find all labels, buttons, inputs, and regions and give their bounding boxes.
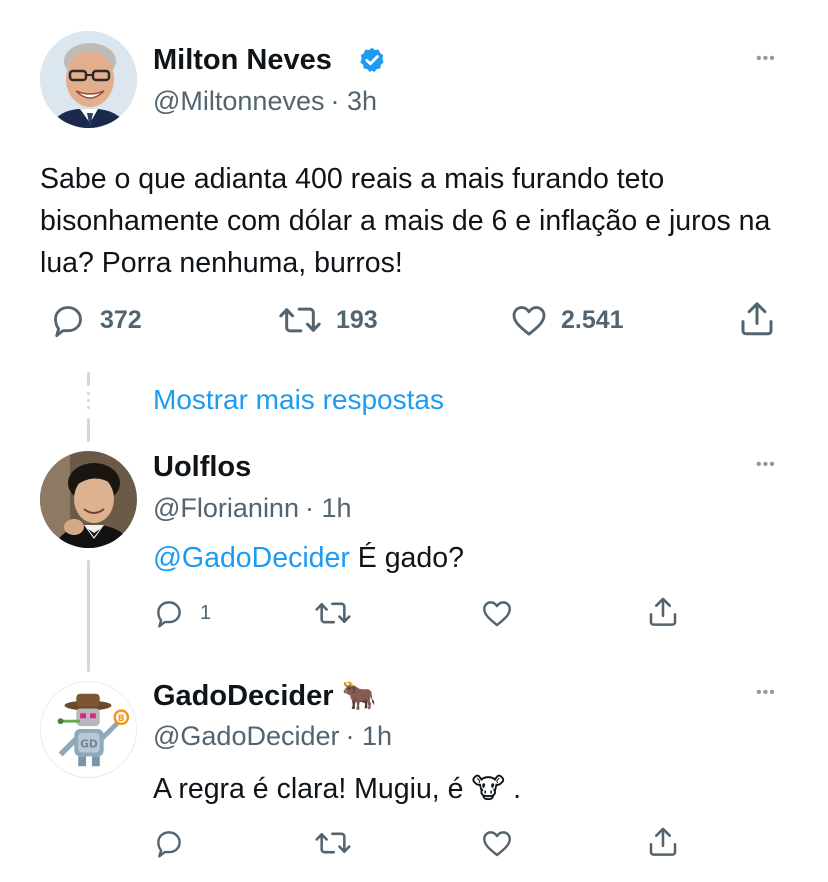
reply1-retweet-button[interactable] [313, 596, 353, 635]
retweet-count: 193 [336, 305, 378, 334]
svg-text:GD: GD [80, 738, 98, 751]
reply1-body: É gado? [349, 542, 464, 574]
retweet-icon [315, 602, 351, 624]
thread-line-reply [87, 560, 90, 672]
share-icon [649, 827, 677, 856]
reply2-name-line: GadoDecider 🐂 [153, 679, 376, 713]
reply2-handle-line: @GadoDecider · 1h [153, 721, 392, 752]
author-handle-line: @Miltonneves · 3h [153, 86, 377, 117]
svg-text:B: B [118, 714, 125, 724]
reply1-like-button[interactable] [480, 596, 514, 635]
reply2-like-button[interactable] [480, 826, 514, 865]
reply1-handle-line: @Florianinn · 1h [153, 493, 352, 524]
author-name[interactable]: Milton Neves [153, 44, 332, 77]
reply2-time[interactable]: · 1h [346, 721, 393, 751]
reply1-reply-button[interactable]: 1 [152, 596, 211, 630]
reply1-author-name[interactable]: Uolflos [153, 451, 251, 484]
like-count: 2.541 [561, 305, 624, 334]
verified-badge-icon [358, 46, 386, 74]
share-icon [741, 302, 773, 336]
gadodecider-avatar[interactable]: GD B [40, 681, 137, 778]
more-options-icon[interactable]: ••• [756, 50, 776, 68]
reply1-share-button[interactable] [645, 594, 681, 635]
thread-dots [87, 392, 90, 413]
uolflos-portrait-icon [40, 451, 137, 548]
heart-icon [483, 601, 511, 627]
ox-emoji-icon: 🐂 [341, 680, 377, 711]
reply1-more-options-icon[interactable]: ••• [756, 456, 776, 474]
reply2-body-end: . [505, 773, 521, 805]
milton-avatar[interactable] [40, 31, 137, 128]
reply2-more-options-icon[interactable]: ••• [756, 684, 776, 702]
reply1-handle[interactable]: @Florianinn [153, 493, 299, 523]
cow-face-emoji-icon: 🐮 [471, 773, 506, 805]
heart-icon [512, 306, 546, 336]
reply2-reply-button[interactable] [152, 826, 186, 865]
like-button[interactable]: 2.541 [509, 300, 624, 340]
reply1-time[interactable]: · 1h [305, 493, 352, 523]
retweet-icon [279, 307, 321, 333]
reply1-mention-link[interactable]: @GadoDecider [153, 542, 350, 574]
reply2-body: A regra é clara! Mugiu, é [153, 773, 472, 805]
reply-count: 372 [100, 305, 142, 334]
reply2-text: A regra é clara! Mugiu, é 🐮 . [153, 772, 521, 806]
tweet-text: Sabe o que adianta 400 reais a mais fura… [40, 163, 771, 279]
uolflos-avatar[interactable] [40, 451, 137, 548]
reply-button[interactable]: 372 [48, 300, 142, 340]
tweet-time[interactable]: · 3h [330, 86, 377, 116]
retweet-button[interactable]: 193 [276, 300, 378, 340]
reply1-text: @GadoDecider É gado? [153, 542, 464, 575]
reply1-reply-count: 1 [200, 601, 212, 624]
reply-icon [157, 831, 181, 858]
share-button[interactable] [736, 298, 778, 345]
robot-cowboy-icon: GD B [41, 682, 136, 777]
milton-portrait-icon [40, 31, 137, 128]
retweet-icon [315, 832, 351, 854]
reply-icon [157, 601, 181, 628]
share-icon [649, 597, 677, 626]
reply2-share-button[interactable] [645, 824, 681, 865]
thread-line-mid [87, 418, 90, 442]
reply2-handle[interactable]: @GadoDecider [153, 721, 340, 751]
author-handle[interactable]: @Miltonneves [153, 86, 324, 116]
reply-icon [54, 306, 82, 338]
reply2-author-name[interactable]: GadoDecider [153, 680, 334, 712]
heart-icon [483, 831, 511, 857]
reply2-retweet-button[interactable] [313, 826, 353, 865]
show-more-replies-link[interactable]: Mostrar mais respostas [153, 384, 444, 416]
thread-line-top [87, 372, 90, 386]
